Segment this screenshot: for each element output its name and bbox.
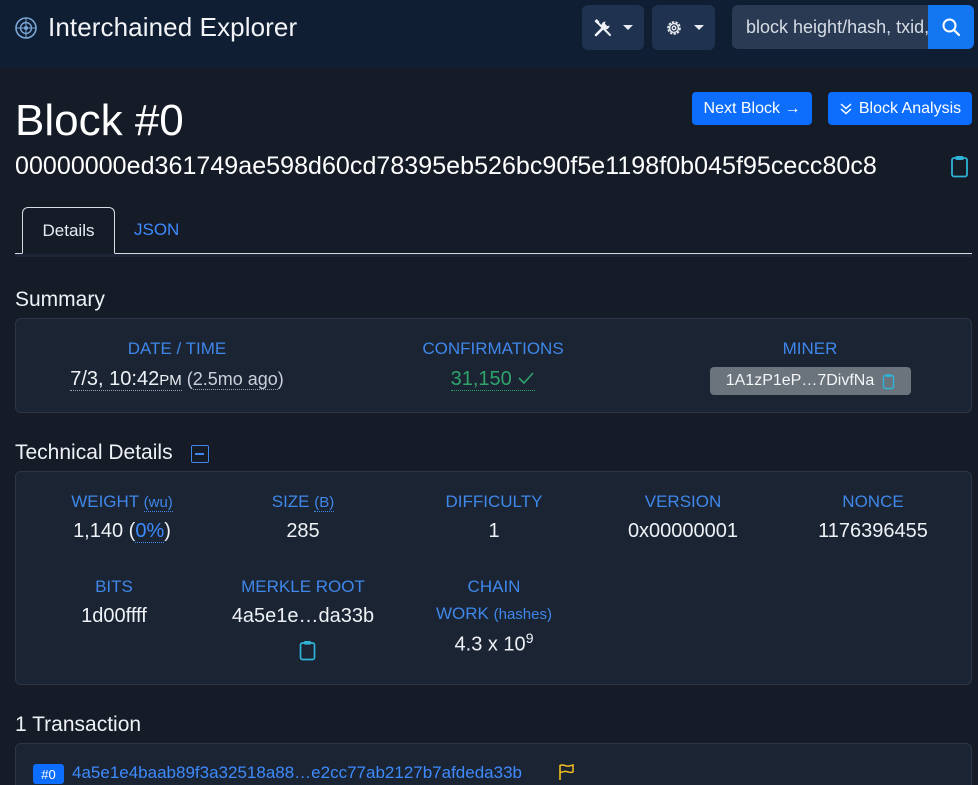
confirmations-label: CONFIRMATIONS: [422, 339, 564, 358]
check-icon: [518, 372, 534, 385]
bits-label: BITS: [95, 577, 133, 596]
weight-number: 1,140: [73, 520, 124, 542]
chain-work-label-line2: WORK (hashes): [414, 604, 574, 624]
bits-value: 1d00ffff: [81, 605, 147, 627]
search-button[interactable]: [928, 5, 974, 49]
confirmations-text: 31,150: [450, 368, 536, 391]
technical-details-title: Technical Details: [15, 441, 173, 464]
miner-address: 1A1zP1eP…7DivfNa: [725, 372, 875, 389]
version-value: 0x00000001: [627, 520, 739, 542]
clipboard-icon[interactable]: [950, 155, 969, 178]
tab-divider: [15, 254, 972, 257]
tools-menu-button[interactable]: [582, 5, 644, 50]
size-unit: (B): [314, 494, 335, 512]
date-time-label: DATE / TIME: [127, 339, 227, 358]
chain-work-exponent: 9: [525, 630, 534, 646]
summary-card: [15, 318, 972, 413]
date-time-text: 7/3, 10:42PM: [70, 368, 182, 391]
nonce-label: NONCE: [842, 492, 904, 511]
merkle-root-label: MERKLE ROOT: [241, 577, 365, 596]
confirmations-value: 31,150: [420, 368, 566, 391]
difficulty-label: DIFFICULTY: [445, 492, 543, 511]
chain-work-label-line1: CHAIN: [467, 577, 521, 596]
search-bar: [732, 5, 974, 49]
chain-work-value: 4.3 x 109: [424, 630, 564, 657]
miner-label: MINER: [782, 339, 838, 358]
weight-paren-open: (: [123, 520, 136, 542]
settings-menu-button[interactable]: [652, 5, 715, 50]
chain-work-label-text: WORK: [436, 604, 489, 623]
logo-icon: [15, 16, 37, 39]
flag-icon: [559, 764, 574, 780]
gear-icon: [666, 20, 681, 35]
chain-work-unit: (hashes): [493, 606, 552, 623]
tools-icon: [594, 18, 611, 36]
size-label-text: SIZE: [271, 492, 310, 511]
transactions-title: 1 Transaction: [15, 713, 142, 736]
version-label: VERSION: [644, 492, 722, 511]
weight-value: 1,140 (0%): [40, 520, 204, 543]
weight-paren-close: ): [164, 520, 171, 542]
chevron-down-icon: [693, 25, 704, 30]
app-title: Interchained Explorer: [48, 12, 298, 42]
next-block-button[interactable]: Next Block →: [692, 92, 812, 125]
weight-label: WEIGHT (wu): [40, 492, 204, 512]
tab-details[interactable]: Details: [22, 207, 115, 254]
page-title: Block #0: [15, 96, 184, 145]
summary-title: Summary: [15, 288, 105, 311]
tx-index-badge: #0: [33, 764, 64, 784]
weight-label-text: WEIGHT: [71, 492, 139, 511]
tx-link[interactable]: 4a5e1e4baab89f3a32518a88…e2cc77ab2127b7a…: [72, 763, 522, 783]
size-label: SIZE (B): [233, 492, 373, 512]
collapse-icon[interactable]: [191, 445, 209, 463]
block-hash: 00000000ed361749ae598d60cd78395eb526bc90…: [15, 152, 877, 180]
date-relative: 2.5mo ago: [192, 369, 278, 390]
date-paren-close: ): [277, 369, 284, 389]
block-analysis-label: Block Analysis: [858, 99, 962, 117]
double-chevron-down-icon: [840, 102, 852, 115]
block-analysis-button[interactable]: Block Analysis: [828, 92, 972, 125]
merkle-root-value: 4a5e1e…da33b: [231, 605, 375, 627]
size-value: 285: [286, 520, 320, 542]
nonce-value: 1176396455: [818, 520, 928, 542]
weight-percent: 0%: [135, 520, 165, 543]
weight-unit: (wu): [143, 494, 173, 512]
miner-badge[interactable]: 1A1zP1eP…7DivfNa: [710, 367, 911, 395]
next-block-label: Next Block →: [703, 99, 801, 117]
date-value: 7/3, 10:42: [70, 368, 160, 390]
tab-bar: Details JSON: [15, 207, 972, 254]
tab-json[interactable]: JSON: [134, 220, 179, 240]
confirmations-number: 31,150: [450, 368, 512, 390]
chevron-down-icon: [623, 25, 633, 30]
chain-work-mantissa: 4.3 x 10: [454, 633, 526, 656]
date-paren-open: (: [181, 369, 193, 389]
search-icon: [942, 18, 961, 37]
clipboard-icon[interactable]: [882, 373, 895, 390]
brand[interactable]: Interchained Explorer: [14, 12, 297, 43]
date-time-value: 7/3, 10:42PM (2.5mo ago): [46, 368, 308, 391]
navbar: Interchained Explorer: [0, 0, 978, 68]
clipboard-icon[interactable]: [299, 640, 316, 661]
search-input[interactable]: [732, 5, 928, 49]
date-ampm: PM: [159, 372, 182, 389]
difficulty-value: 1: [488, 520, 500, 542]
